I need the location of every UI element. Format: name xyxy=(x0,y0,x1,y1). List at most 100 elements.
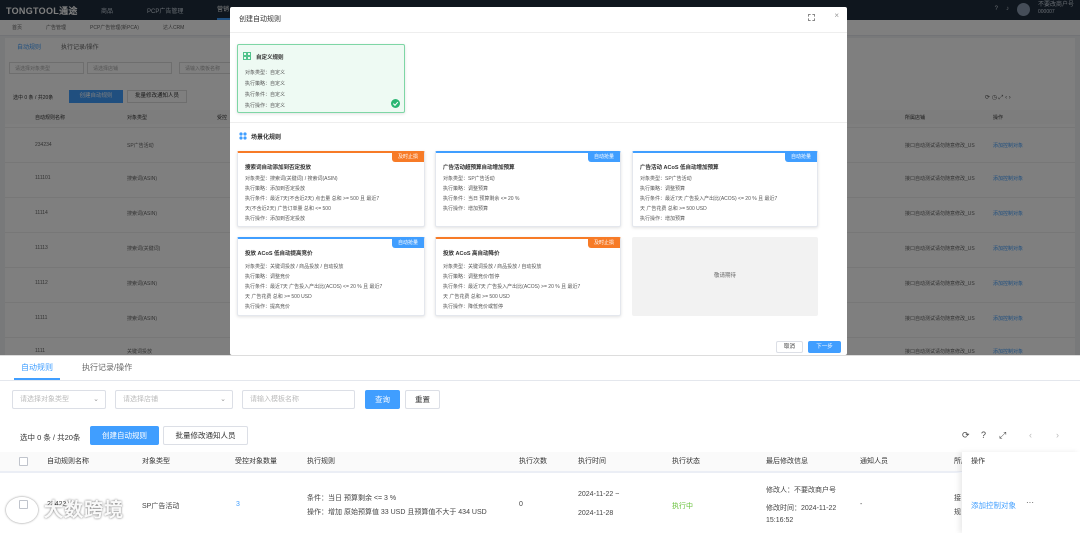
shop-cell: 接 xyxy=(954,495,961,502)
col-header: 最后修改信息 xyxy=(766,458,808,465)
chevron-down-icon: ⌄ xyxy=(220,396,226,403)
next-page-icon[interactable]: › xyxy=(1056,430,1059,440)
card-line: 执行条件：最近7天(不含近2天) 点击量 总和 >= 500 且 最近7 xyxy=(245,196,380,202)
fullscreen-icon[interactable]: ⤢ xyxy=(999,430,1006,441)
controlled-count-link[interactable]: 3 xyxy=(236,501,240,508)
card-title: 自定义规则 xyxy=(256,55,284,61)
section-title: 场景化规则 xyxy=(251,135,282,141)
card-title: 广告活动 ACoS 低自动增加预算 xyxy=(640,165,719,171)
cancel-button[interactable]: 取消 xyxy=(776,341,803,353)
batch-edit-notify-button[interactable]: 批量修改通知人员 xyxy=(163,426,248,445)
shop-cell: 规 xyxy=(954,509,961,516)
template-card[interactable]: 及时止损 投放 ACoS 高自动降价 对象类型：关键词投放 / 商品投放 / 自… xyxy=(435,237,621,316)
select-placeholder: 请选择对象类型 xyxy=(20,396,69,403)
card-badge: 自动抢量 xyxy=(391,239,424,248)
card-line: 执行策略：调整竞价 xyxy=(245,274,291,280)
more-icon[interactable]: ··· xyxy=(1026,498,1034,507)
exec-time-end: 2024-11-28 xyxy=(578,510,614,517)
main-panel: 自动规则 执行记录/操作 请选择对象类型 ⌄ 请选择店铺 ⌄ 请输入模板名称 查… xyxy=(0,355,1080,533)
card-line: 执行操作：增加预算 xyxy=(443,206,489,212)
card-line: 对象类型：SP广告活动 xyxy=(640,176,692,182)
select-all-checkbox[interactable] xyxy=(19,457,28,466)
card-line: 执行条件：当日 预算剩余 <= 20 % xyxy=(443,196,520,202)
chevron-down-icon: ⌄ xyxy=(93,396,99,403)
rule-condition: 条件：当日 预算剩余 <= 3 % xyxy=(307,495,397,502)
col-header: 通知人员 xyxy=(860,458,888,465)
card-line: 对象类型：搜索词(关键词) / 搜索词(ASIN) xyxy=(245,176,338,182)
grid-icon xyxy=(243,52,251,60)
apps-icon xyxy=(239,132,247,140)
search-button[interactable]: 查询 xyxy=(365,390,400,409)
exec-count: 0 xyxy=(519,501,523,508)
help-icon[interactable]: ? xyxy=(981,430,986,440)
select-placeholder: 请选择店铺 xyxy=(123,396,158,403)
status-badge: 执行中 xyxy=(672,503,693,510)
modify-time-clock: 15:16:52 xyxy=(766,517,794,524)
card-line: 执行策略：调整预算 xyxy=(443,186,489,192)
col-header: 执行时间 xyxy=(578,458,606,465)
background-page: TONGTOOL通途 商品 PCP广告管理 营销 设置 统计 ? ♪ 不要改商户… xyxy=(0,0,1080,355)
modify-time: 修改时间：2024-11-22 xyxy=(766,505,837,512)
card-badge: 自动抢量 xyxy=(784,153,817,162)
divider xyxy=(230,32,847,33)
card-line: 执行操作：自定义 xyxy=(245,103,286,109)
add-control-object-link[interactable]: 添加控制对象 xyxy=(971,500,1016,511)
card-badge: 及时止损 xyxy=(587,239,620,248)
card-line: 天(不含近2天) 广告订单量 总和 <= 500 xyxy=(245,206,331,212)
card-line: 执行条件：最近7天 广告投入产出比(ACOS) <= 20 % 且 最近7 xyxy=(640,196,778,202)
shop-select[interactable]: 请选择店铺 ⌄ xyxy=(115,390,233,409)
card-title: 搜索词自动添加到否定投放 xyxy=(245,165,312,171)
operation-column: 操作 添加控制对象 ··· xyxy=(962,452,1080,533)
selected-count: 选中 0 条 / 共20条 xyxy=(20,433,81,442)
create-rule-dialog: 创建自动规则 × 自定义规则 对象类型：自定义 执行策略：自定义 执行条件：自定… xyxy=(230,7,847,355)
card-line: 执行操作：添加到否定投放 xyxy=(245,216,306,222)
col-header: 自动规则名称 xyxy=(47,458,89,465)
divider xyxy=(230,122,847,123)
coming-soon-card: 敬请期待 xyxy=(632,237,818,316)
tab-exec-records[interactable]: 执行记录/操作 xyxy=(82,356,132,380)
modifier: 修改人：不要改商户号 xyxy=(766,487,836,494)
card-title: 投放 ACoS 低自动提高竞价 xyxy=(245,251,313,257)
template-name-input[interactable]: 请输入模板名称 xyxy=(242,390,355,409)
template-card[interactable]: 自动抢量 投放 ACoS 低自动提高竞价 对象类型：关键词投放 / 商品投放 /… xyxy=(237,237,425,316)
card-line: 执行策略：自定义 xyxy=(245,81,286,87)
card-line: 执行策略：调整竞价/暂停 xyxy=(443,274,500,280)
card-line: 执行条件：最近7天 广告投入产出比(ACOS) >= 20 % 且 最近7 xyxy=(443,284,581,290)
custom-rule-card[interactable]: 自定义规则 对象类型：自定义 执行策略：自定义 执行条件：自定义 执行操作：自定… xyxy=(237,44,405,113)
card-line: 执行条件：最近7天 广告投入产出比(ACOS) <= 20 % 且 最近7 xyxy=(245,284,383,290)
table-header: 自动规则名称 对象类型 受控对象数量 执行规则 执行次数 执行时间 执行状态 最… xyxy=(0,452,1080,472)
fullscreen-icon[interactable] xyxy=(808,14,815,21)
close-icon[interactable]: × xyxy=(834,11,839,20)
card-line: 天 广告花费 总和 >= 500 USD xyxy=(640,206,707,212)
watermark-logo xyxy=(6,497,38,523)
reset-button[interactable]: 重置 xyxy=(405,390,440,409)
notify-person: - xyxy=(860,501,863,508)
next-button[interactable]: 下一步 xyxy=(808,341,841,353)
tab-auto-rules[interactable]: 自动规则 xyxy=(14,356,60,380)
card-line: 对象类型：关键词投放 / 商品投放 / 自动投放 xyxy=(443,264,542,270)
exec-time-start: 2024-11-22 ~ xyxy=(578,491,620,498)
dialog-title: 创建自动规则 xyxy=(239,16,281,23)
card-line: 执行策略：添加到否定投放 xyxy=(245,186,306,192)
template-card[interactable]: 自动抢量 广告活动 ACoS 低自动增加预算 对象类型：SP广告活动 执行策略：… xyxy=(632,151,818,227)
card-line: 对象类型：自定义 xyxy=(245,70,286,76)
template-card[interactable]: 及时止损 搜索词自动添加到否定投放 对象类型：搜索词(关键词) / 搜索词(AS… xyxy=(237,151,425,227)
input-placeholder: 请输入模板名称 xyxy=(250,396,299,403)
object-type-select[interactable]: 请选择对象类型 ⌄ xyxy=(12,390,106,409)
card-line: 执行操作：降低竞价或暂停 xyxy=(443,304,504,310)
card-badge: 自动抢量 xyxy=(587,153,620,162)
template-card[interactable]: 自动抢量 广告活动超预算自动增加预算 对象类型：SP广告活动 执行策略：调整预算… xyxy=(435,151,621,227)
card-line: 执行策略：调整预算 xyxy=(640,186,686,192)
watermark-text: 大数跨境 xyxy=(44,500,125,521)
col-header: 对象类型 xyxy=(142,458,170,465)
refresh-icon[interactable]: ⟳ xyxy=(962,430,970,441)
col-header: 执行状态 xyxy=(672,458,700,465)
prev-page-icon[interactable]: ‹ xyxy=(1029,430,1032,440)
col-header: 受控对象数量 xyxy=(235,458,277,465)
col-header: 执行规则 xyxy=(307,458,335,465)
card-line: 对象类型：关键词投放 / 商品投放 / 自动投放 xyxy=(245,264,344,270)
col-header: 操作 xyxy=(971,458,985,465)
object-type: SP广告活动 xyxy=(142,503,180,510)
create-rule-button[interactable]: 创建自动规则 xyxy=(90,426,159,445)
card-line: 对象类型：SP广告活动 xyxy=(443,176,495,182)
